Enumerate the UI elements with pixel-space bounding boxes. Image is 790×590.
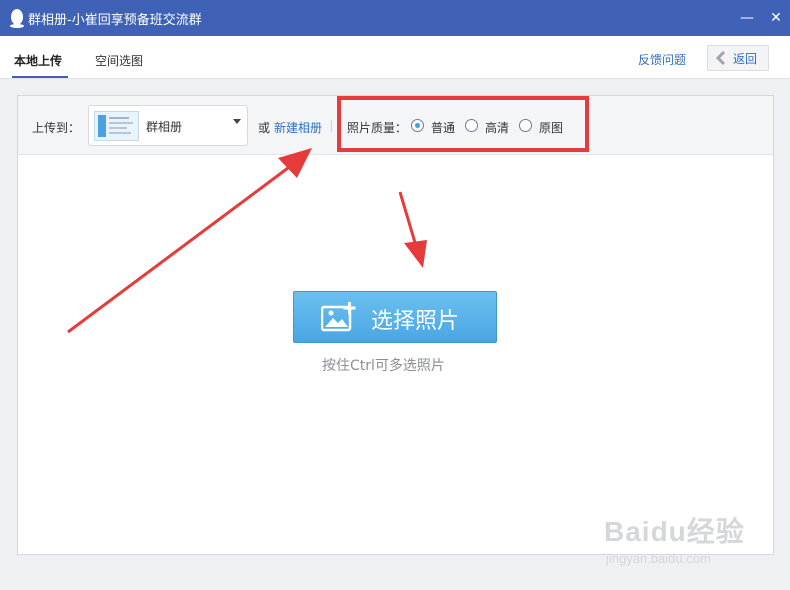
active-tab-indicator xyxy=(12,76,68,78)
new-album-link[interactable]: 新建相册 xyxy=(274,119,322,136)
toolbar-divider xyxy=(331,120,332,132)
annotation-highlight-box xyxy=(337,96,589,152)
back-button[interactable]: 返回 xyxy=(707,45,769,71)
choose-photo-label: 选择照片 xyxy=(371,309,460,334)
album-select[interactable]: 群相册 xyxy=(88,105,248,146)
qq-penguin-icon xyxy=(10,9,24,28)
close-icon[interactable]: ✕ xyxy=(766,8,786,28)
or-text: 或 xyxy=(258,121,271,135)
title-bar: 群相册-小崔回享预备班交流群 — ✕ xyxy=(0,0,790,36)
upload-to-label: 上传到： xyxy=(32,121,81,135)
choose-photo-button[interactable]: 选择照片 xyxy=(293,291,497,343)
chevron-left-icon xyxy=(716,51,726,65)
multi-select-hint: 按住Ctrl可多选照片 xyxy=(322,358,445,374)
feedback-link[interactable]: 反馈问题 xyxy=(638,51,686,68)
baidu-watermark: Baidu经验 jingyan.baidu.com xyxy=(576,510,756,574)
watermark-brand: Baidu经验 xyxy=(604,516,745,547)
add-photo-icon xyxy=(321,302,356,332)
minimize-icon[interactable]: — xyxy=(737,8,757,28)
album-thumbnail xyxy=(94,111,139,141)
tab-local-upload[interactable]: 本地上传 xyxy=(14,52,62,69)
dropdown-caret-icon xyxy=(233,119,241,124)
window-title: 群相册-小崔回享预备班交流群 xyxy=(28,13,202,28)
tab-bar: 本地上传 空间选图 反馈问题 返回 xyxy=(0,36,790,79)
watermark-url: jingyan.baidu.com xyxy=(606,551,711,566)
tab-space-pick[interactable]: 空间选图 xyxy=(95,52,143,69)
album-name: 群相册 xyxy=(146,120,183,134)
back-button-label: 返回 xyxy=(733,52,758,66)
